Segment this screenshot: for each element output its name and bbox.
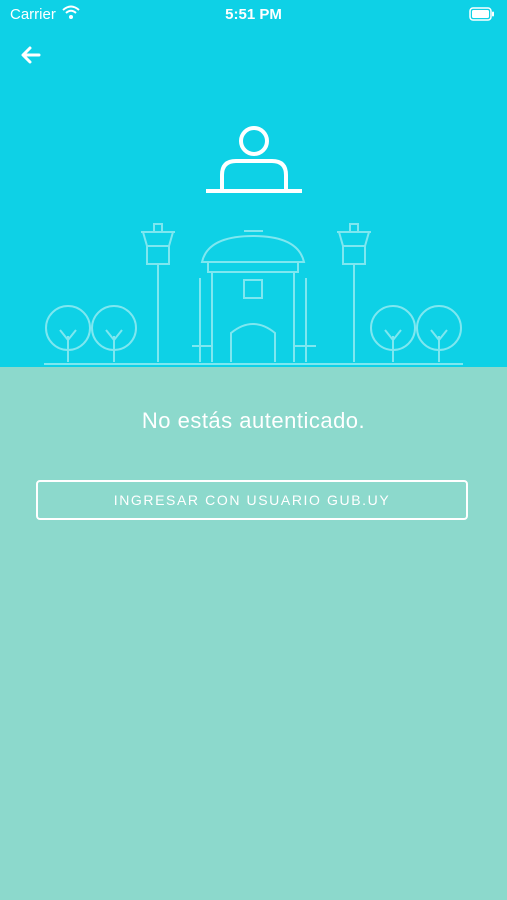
auth-status-message: No estás autenticado. [141, 408, 366, 433]
plaza-illustration [44, 126, 463, 365]
ground-background [0, 367, 507, 900]
status-bar: Carrier 5:51 PM [0, 0, 507, 28]
plaza-line-art [44, 223, 463, 365]
battery-icon [469, 7, 494, 21]
back-arrow-icon[interactable] [18, 42, 44, 68]
status-time: 5:51 PM [225, 6, 282, 23]
login-gub-uy-button[interactable]: INGRESAR CON USUARIO GUB.UY [36, 480, 468, 520]
user-desk-icon [206, 126, 302, 193]
app-screen: Carrier 5:51 PM No estás autenticado. IN… [0, 0, 507, 900]
